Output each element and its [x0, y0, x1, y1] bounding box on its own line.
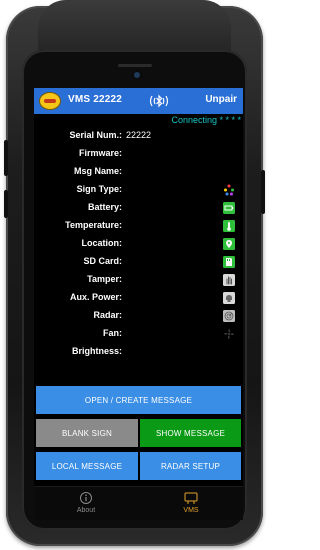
- battery-icon: [223, 202, 235, 214]
- radar-label: Radar:: [93, 310, 122, 320]
- sd-card-label: SD Card:: [83, 256, 122, 266]
- nav-label-about: About: [76, 507, 96, 514]
- nav-tab-about[interactable]: About: [34, 489, 138, 520]
- info-row-battery: Battery:: [34, 201, 243, 217]
- temperature-label: Temperature:: [65, 220, 122, 230]
- sd-card-icon: [223, 256, 235, 268]
- thermometer-icon: [223, 220, 235, 232]
- app-logo: [39, 92, 61, 110]
- tamper-label: Tamper:: [87, 274, 122, 284]
- local-message-button[interactable]: LOCAL MESSAGE: [36, 452, 138, 480]
- fan-icon: [224, 329, 234, 339]
- plug-icon: [223, 292, 235, 304]
- battery-label: Battery:: [87, 202, 122, 212]
- nav-label-vms: VMS: [183, 507, 199, 514]
- info-icon: [80, 492, 92, 504]
- info-row-firmware: Firmware:: [34, 147, 243, 163]
- info-row-tamper: Tamper:: [34, 273, 243, 289]
- color-dots-icon: [224, 184, 234, 196]
- serial-label: Serial Num.:: [69, 130, 122, 140]
- side-button-right: [261, 170, 265, 214]
- info-row-radar: Radar:: [34, 309, 243, 325]
- side-button-left-top: [4, 140, 8, 176]
- info-row-location: Location:: [34, 237, 243, 253]
- serial-value: 22222: [126, 130, 152, 140]
- hand-icon: [223, 274, 235, 286]
- nav-tab-vms[interactable]: VMS: [139, 489, 243, 520]
- connection-status: Connecting * * * *: [171, 115, 241, 125]
- bluetooth-icon: [149, 94, 169, 108]
- location-label: Location:: [81, 238, 123, 248]
- sign-type-label: Sign Type:: [76, 184, 122, 194]
- info-row-fan: Fan:: [34, 327, 243, 343]
- blank-sign-button[interactable]: BLANK SIGN: [36, 419, 138, 447]
- sign-board-icon: [184, 492, 198, 504]
- side-button-left-bottom: [4, 190, 8, 218]
- info-row-serial: Serial Num.: 22222: [34, 129, 243, 145]
- info-row-sign-type: Sign Type:: [34, 183, 243, 199]
- front-camera: [134, 72, 140, 78]
- brightness-label: Brightness:: [71, 346, 122, 356]
- radar-icon: [223, 310, 235, 322]
- msg-name-label: Msg Name:: [73, 166, 122, 176]
- info-row-brightness: Brightness:: [34, 345, 243, 361]
- unpair-button[interactable]: Unpair: [205, 94, 237, 105]
- info-row-sd-card: SD Card:: [34, 255, 243, 271]
- info-row-temperature: Temperature:: [34, 219, 243, 235]
- app-screen: VMS 22222 Unpair Connecting * * * * Seri…: [34, 88, 243, 520]
- earpiece-speaker: [118, 64, 152, 67]
- info-row-aux-power: Aux. Power:: [34, 291, 243, 307]
- location-pin-icon: [223, 238, 235, 250]
- info-row-msg-name: Msg Name:: [34, 165, 243, 181]
- app-title: VMS 22222: [68, 94, 123, 105]
- app-header: VMS 22222 Unpair: [34, 88, 243, 114]
- phone-device: VMS 22222 Unpair Connecting * * * * Seri…: [0, 0, 269, 550]
- show-message-button[interactable]: SHOW MESSAGE: [140, 419, 241, 447]
- radar-setup-button[interactable]: RADAR SETUP: [140, 452, 241, 480]
- open-create-message-button[interactable]: OPEN / CREATE MESSAGE: [36, 386, 241, 414]
- fan-label: Fan:: [103, 328, 122, 338]
- aux-power-label: Aux. Power:: [69, 292, 122, 302]
- bottom-navigation: About VMS: [34, 486, 243, 520]
- firmware-label: Firmware:: [78, 148, 122, 158]
